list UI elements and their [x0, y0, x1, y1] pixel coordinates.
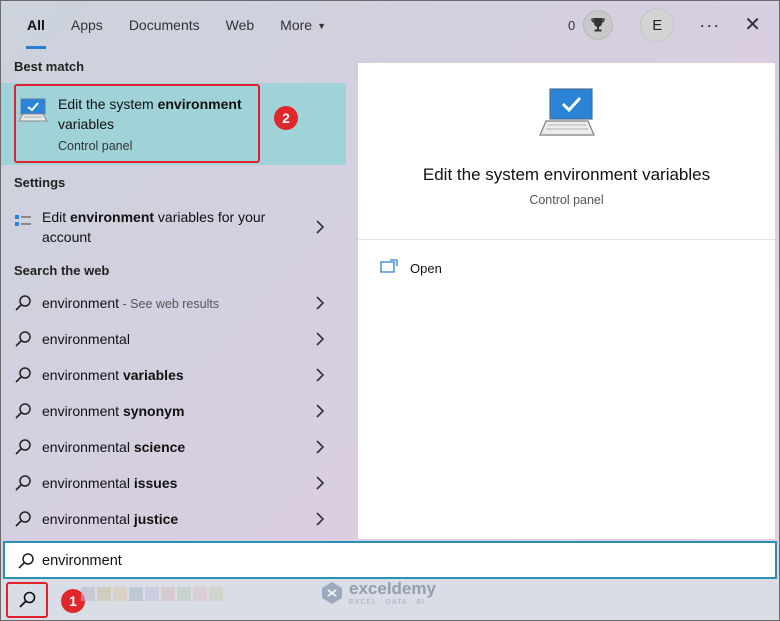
- monitor-settings-icon: [538, 87, 596, 144]
- best-match-heading: Best match: [14, 59, 85, 74]
- results-list: Best match Edit the system environment v…: [1, 49, 346, 539]
- result-text: environment: [42, 295, 120, 311]
- tab-documents[interactable]: Documents: [116, 1, 213, 49]
- settings-item[interactable]: Edit environment variables for your acco…: [1, 203, 346, 251]
- search-icon: [14, 330, 32, 353]
- exceldemy-logo: exceldemy EXCEL · DATA · BI: [319, 579, 436, 606]
- web-result-item[interactable]: environmental science: [1, 429, 346, 465]
- tab-label: Web: [225, 17, 255, 33]
- title-rest-text: variables: [58, 116, 115, 132]
- title-text: Edit the system: [58, 96, 158, 112]
- tab-all[interactable]: All: [14, 1, 58, 49]
- web-result-label: environment synonym: [42, 403, 184, 419]
- search-icon: [17, 552, 35, 575]
- chevron-right-icon[interactable]: [315, 511, 325, 532]
- detail-subtitle: Control panel: [529, 193, 604, 207]
- chevron-right-icon[interactable]: [315, 367, 325, 388]
- result-text: environmental: [42, 511, 134, 527]
- avatar[interactable]: E: [640, 8, 675, 42]
- step-badge-2: 2: [274, 106, 298, 130]
- label-bold: environment: [70, 209, 155, 225]
- close-icon[interactable]: ✕: [744, 15, 761, 35]
- web-result-item[interactable]: environmental justice: [1, 501, 346, 537]
- open-action[interactable]: Open: [380, 259, 442, 278]
- divider: [358, 239, 775, 240]
- tab-more[interactable]: More ▼: [267, 1, 339, 49]
- watermark-name: exceldemy: [349, 579, 436, 598]
- tab-label: All: [27, 17, 45, 33]
- tab-label: Documents: [128, 17, 200, 33]
- search-icon: [14, 474, 32, 497]
- web-result-label: environmental science: [42, 439, 185, 455]
- result-text: environment: [42, 367, 123, 383]
- result-bold: synonym: [122, 403, 185, 419]
- chevron-right-icon[interactable]: [315, 219, 325, 240]
- settings-heading: Settings: [14, 175, 66, 190]
- result-text: environment: [42, 403, 123, 419]
- taskbar-search-button[interactable]: [6, 582, 48, 618]
- result-bold: justice: [133, 511, 179, 527]
- search-icon: [14, 510, 32, 533]
- chevron-right-icon[interactable]: [315, 475, 325, 496]
- web-result-item[interactable]: environment synonym: [1, 393, 346, 429]
- web-result-item[interactable]: environment variables: [1, 357, 346, 393]
- taskbar: 1 exceldemy EXCEL · DATA · BI: [1, 579, 779, 620]
- label-text: Edit: [42, 209, 71, 225]
- tab-web[interactable]: Web: [213, 1, 268, 49]
- result-text: environmental: [42, 439, 134, 455]
- search-window: All Apps Documents Web More ▼ 0 E ··· ✕ …: [0, 0, 780, 621]
- caret-down-icon: ▼: [317, 20, 326, 31]
- web-result-label: environmental issues: [42, 475, 177, 491]
- search-icon: [14, 438, 32, 461]
- avatar-initial: E: [652, 16, 663, 34]
- result-hint: - See web results: [119, 297, 220, 311]
- settings-item-label: Edit environment variables for your acco…: [42, 207, 292, 247]
- best-match-subtitle: Control panel: [58, 139, 133, 153]
- result-bold: science: [133, 439, 186, 455]
- tab-label: Apps: [70, 17, 103, 33]
- search-input[interactable]: [42, 550, 742, 572]
- web-result-item[interactable]: environmental issues: [1, 465, 346, 501]
- web-result-label: environment - See web results: [42, 295, 219, 311]
- chevron-right-icon[interactable]: [315, 331, 325, 352]
- detail-pane: Edit the system environment variables Co…: [358, 63, 775, 539]
- title-bold-text: environment: [157, 96, 242, 112]
- rewards-trophy-icon[interactable]: [583, 10, 614, 40]
- search-icon: [14, 294, 32, 317]
- detail-title: Edit the system environment variables: [422, 165, 711, 184]
- tab-apps[interactable]: Apps: [58, 1, 116, 49]
- chevron-right-icon[interactable]: [315, 295, 325, 316]
- web-result-item[interactable]: environment - See web results: [1, 285, 346, 321]
- chevron-right-icon[interactable]: [315, 439, 325, 460]
- web-result-label: environmental: [42, 331, 130, 347]
- watermark-tagline: EXCEL · DATA · BI: [349, 599, 425, 606]
- result-text: environmental: [42, 331, 130, 347]
- web-heading: Search the web: [14, 263, 110, 278]
- rewards-count: 0: [568, 17, 576, 33]
- search-icon: [19, 591, 36, 608]
- watermark-text: exceldemy EXCEL · DATA · BI: [349, 579, 436, 606]
- result-text: environmental: [42, 475, 134, 491]
- web-result-label: environmental justice: [42, 511, 178, 527]
- blurred-taskbar-icons: [81, 587, 225, 601]
- search-box: [3, 541, 777, 579]
- result-bold: issues: [133, 475, 178, 491]
- tab-label: More: [280, 17, 313, 33]
- result-bold: variables: [122, 367, 184, 383]
- search-icon: [14, 366, 32, 389]
- more-options-icon[interactable]: ···: [699, 15, 720, 36]
- settings-list-icon: [14, 212, 32, 235]
- best-match-title: Edit the system environment variables: [58, 94, 258, 134]
- web-result-label: environment variables: [42, 367, 184, 383]
- header-actions: 0 E ··· ✕: [568, 1, 779, 49]
- search-icon: [14, 402, 32, 425]
- open-label: Open: [410, 261, 442, 276]
- chevron-right-icon[interactable]: [315, 403, 325, 424]
- exceldemy-logo-icon: [322, 581, 342, 604]
- web-result-item[interactable]: environmental: [1, 321, 346, 357]
- monitor-settings-icon: [18, 97, 48, 130]
- open-window-icon: [380, 259, 398, 278]
